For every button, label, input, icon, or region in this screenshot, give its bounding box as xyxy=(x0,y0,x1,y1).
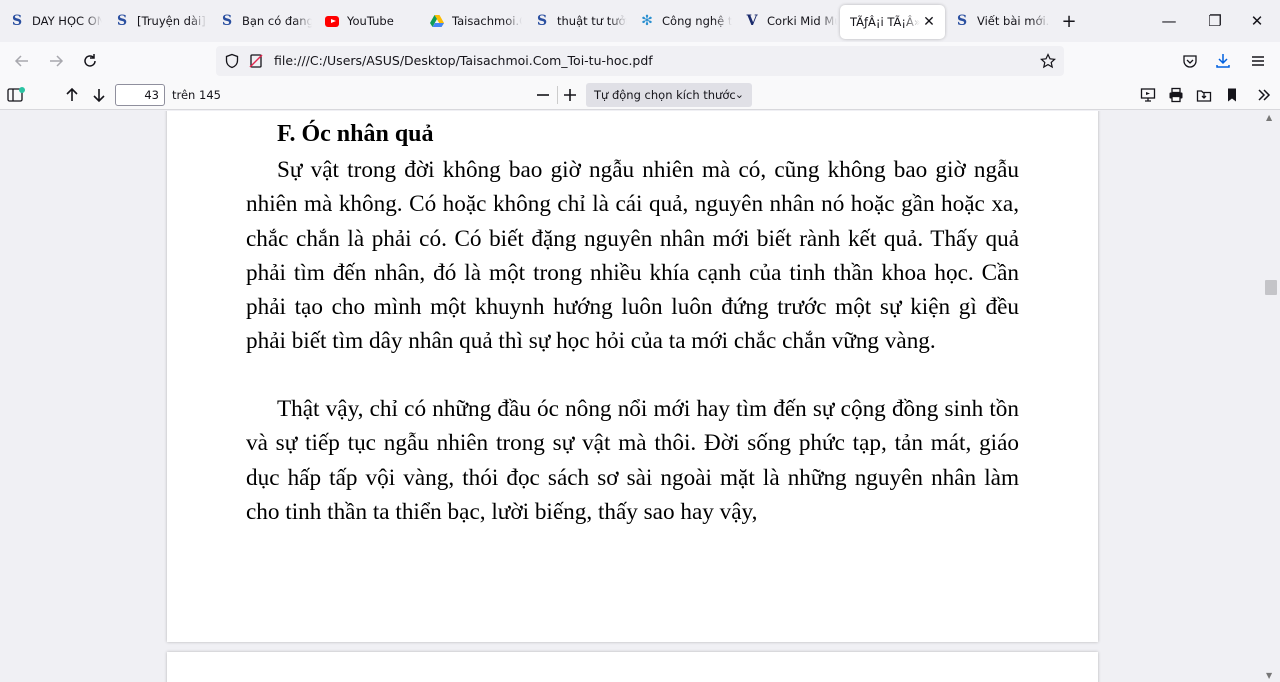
tab-4[interactable]: YouTube xyxy=(315,4,420,38)
paragraph: Sự vật trong đời không bao giờ ngẫu nhiê… xyxy=(246,157,1019,355)
gear-site-icon: ✻ xyxy=(641,13,653,29)
youtube-icon xyxy=(325,15,339,27)
tools-menu-button[interactable] xyxy=(1252,84,1276,106)
s-site-icon: S xyxy=(956,13,968,29)
scroll-down-arrow-icon[interactable]: ▼ xyxy=(1266,671,1272,680)
zoom-select[interactable]: Tự động chọn kích thước ⌄ xyxy=(586,83,752,107)
arrow-left-icon xyxy=(14,55,28,67)
downloads-button[interactable] xyxy=(1211,50,1235,72)
google-drive-icon xyxy=(430,14,444,28)
hamburger-menu-icon xyxy=(1252,56,1264,66)
save-button[interactable] xyxy=(1192,84,1216,106)
tab-10[interactable]: S Viết bài mới... xyxy=(945,4,1050,38)
print-button[interactable] xyxy=(1164,84,1188,106)
back-button[interactable] xyxy=(10,50,34,72)
bookmark-star-icon[interactable] xyxy=(1040,53,1056,69)
reload-icon xyxy=(84,54,96,67)
paragraph: Thật vậy, chỉ có những đầu óc nông nổi m… xyxy=(246,396,1019,525)
plus-icon xyxy=(564,89,576,101)
s-site-icon: S xyxy=(116,13,128,29)
presentation-mode-button[interactable] xyxy=(1136,84,1160,106)
scrollbar-thumb[interactable] xyxy=(1265,280,1277,295)
presentation-icon xyxy=(1140,88,1156,102)
section-heading: F. Óc nhân quả xyxy=(277,121,434,147)
s-site-icon: S xyxy=(536,13,548,29)
tab-8[interactable]: V Corki Mid Mùa xyxy=(735,4,840,38)
url-bar[interactable]: file:///C:/Users/ASUS/Desktop/Taisachmoi… xyxy=(216,46,1064,76)
reload-button[interactable] xyxy=(78,50,102,72)
tab-title: thuật tư tưởng xyxy=(557,14,627,28)
tab-title: Công nghệ thông xyxy=(662,14,732,28)
tab-title: DAY HỌC ONLINE xyxy=(32,14,102,28)
tab-title: Taisachmoi.Com xyxy=(452,14,522,28)
next-page-button[interactable] xyxy=(87,84,111,106)
tab-title: Viết bài mới... xyxy=(977,14,1050,28)
app-menu-button[interactable] xyxy=(1246,50,1270,72)
tab-5[interactable]: Taisachmoi.Com xyxy=(420,4,525,38)
sidebar-icon xyxy=(7,87,25,102)
printer-icon xyxy=(1169,87,1183,103)
shield-icon[interactable] xyxy=(224,53,240,69)
pdf-toolbar: 43 trên 145 Tự động chọn kích thước ⌄ xyxy=(0,80,1280,110)
zoom-out-button[interactable] xyxy=(531,84,555,106)
tab-7[interactable]: ✻ Công nghệ thông xyxy=(630,4,735,38)
arrow-down-icon xyxy=(93,89,105,103)
pocket-icon xyxy=(1183,55,1197,68)
url-text[interactable]: file:///C:/Users/ASUS/Desktop/Taisachmoi… xyxy=(274,53,653,68)
pocket-button[interactable] xyxy=(1178,50,1202,72)
tab-active[interactable]: TÃƒÂ¡i TÃ¡Â»Â ✕ xyxy=(840,5,945,39)
tab-1[interactable]: S DAY HỌC ONLINE xyxy=(0,4,105,38)
bookmark-icon xyxy=(1228,88,1236,102)
vertical-scrollbar[interactable]: ▲ ▼ xyxy=(1262,111,1280,682)
tab-6[interactable]: S thuật tư tưởng xyxy=(525,4,630,38)
zoom-in-button[interactable] xyxy=(558,84,582,106)
scroll-up-arrow-icon[interactable]: ▲ xyxy=(1266,113,1272,122)
download-icon xyxy=(1216,54,1230,68)
pdf-viewer[interactable]: *** F. Óc nhân quả Sự vật trong đời khôn… xyxy=(0,111,1262,682)
tab-strip: S DAY HỌC ONLINE S [Truyện dài] Nhật S B… xyxy=(0,0,1280,42)
previous-page-button[interactable] xyxy=(60,84,84,106)
pdf-page: *** F. Óc nhân quả Sự vật trong đời khôn… xyxy=(167,111,1098,642)
restore-button[interactable]: ❐ xyxy=(1192,0,1238,42)
v-site-icon: V xyxy=(746,13,758,29)
save-download-icon xyxy=(1196,90,1212,102)
bookmark-button[interactable] xyxy=(1220,84,1244,106)
double-chevron-right-icon xyxy=(1258,89,1271,101)
minus-icon xyxy=(537,94,549,96)
zoom-select-value: Tự động chọn kích thước xyxy=(594,88,736,102)
navigation-bar: file:///C:/Users/ASUS/Desktop/Taisachmoi… xyxy=(0,42,1280,80)
pdf-page-next xyxy=(167,652,1098,682)
arrow-right-icon xyxy=(50,55,64,67)
tab-title: [Truyện dài] Nhật xyxy=(137,14,207,28)
close-window-button[interactable]: ✕ xyxy=(1234,0,1280,42)
sidebar-toggle-button[interactable] xyxy=(4,84,28,106)
page-number-input[interactable]: 43 xyxy=(115,84,165,106)
new-tab-button[interactable]: + xyxy=(1054,11,1084,32)
tab-title: Corki Mid Mùa xyxy=(767,14,837,28)
forward-button[interactable] xyxy=(44,50,68,72)
s-site-icon: S xyxy=(221,13,233,29)
page-total-label: trên 145 xyxy=(172,88,221,102)
tab-title: TÃƒÂ¡i TÃ¡Â»Â xyxy=(850,15,920,29)
tab-title: YouTube xyxy=(347,14,394,28)
s-site-icon: S xyxy=(11,13,23,29)
close-tab-icon[interactable]: ✕ xyxy=(921,14,937,30)
tab-3[interactable]: S Bạn có đang tìm xyxy=(210,4,315,38)
tab-2[interactable]: S [Truyện dài] Nhật xyxy=(105,4,210,38)
chevron-down-icon: ⌄ xyxy=(734,88,744,101)
arrow-up-icon xyxy=(66,87,78,101)
minimize-button[interactable]: — xyxy=(1146,0,1192,42)
tab-title: Bạn có đang tìm xyxy=(242,14,312,28)
section-ornament: *** xyxy=(622,111,646,117)
insecure-page-icon[interactable] xyxy=(248,53,264,69)
